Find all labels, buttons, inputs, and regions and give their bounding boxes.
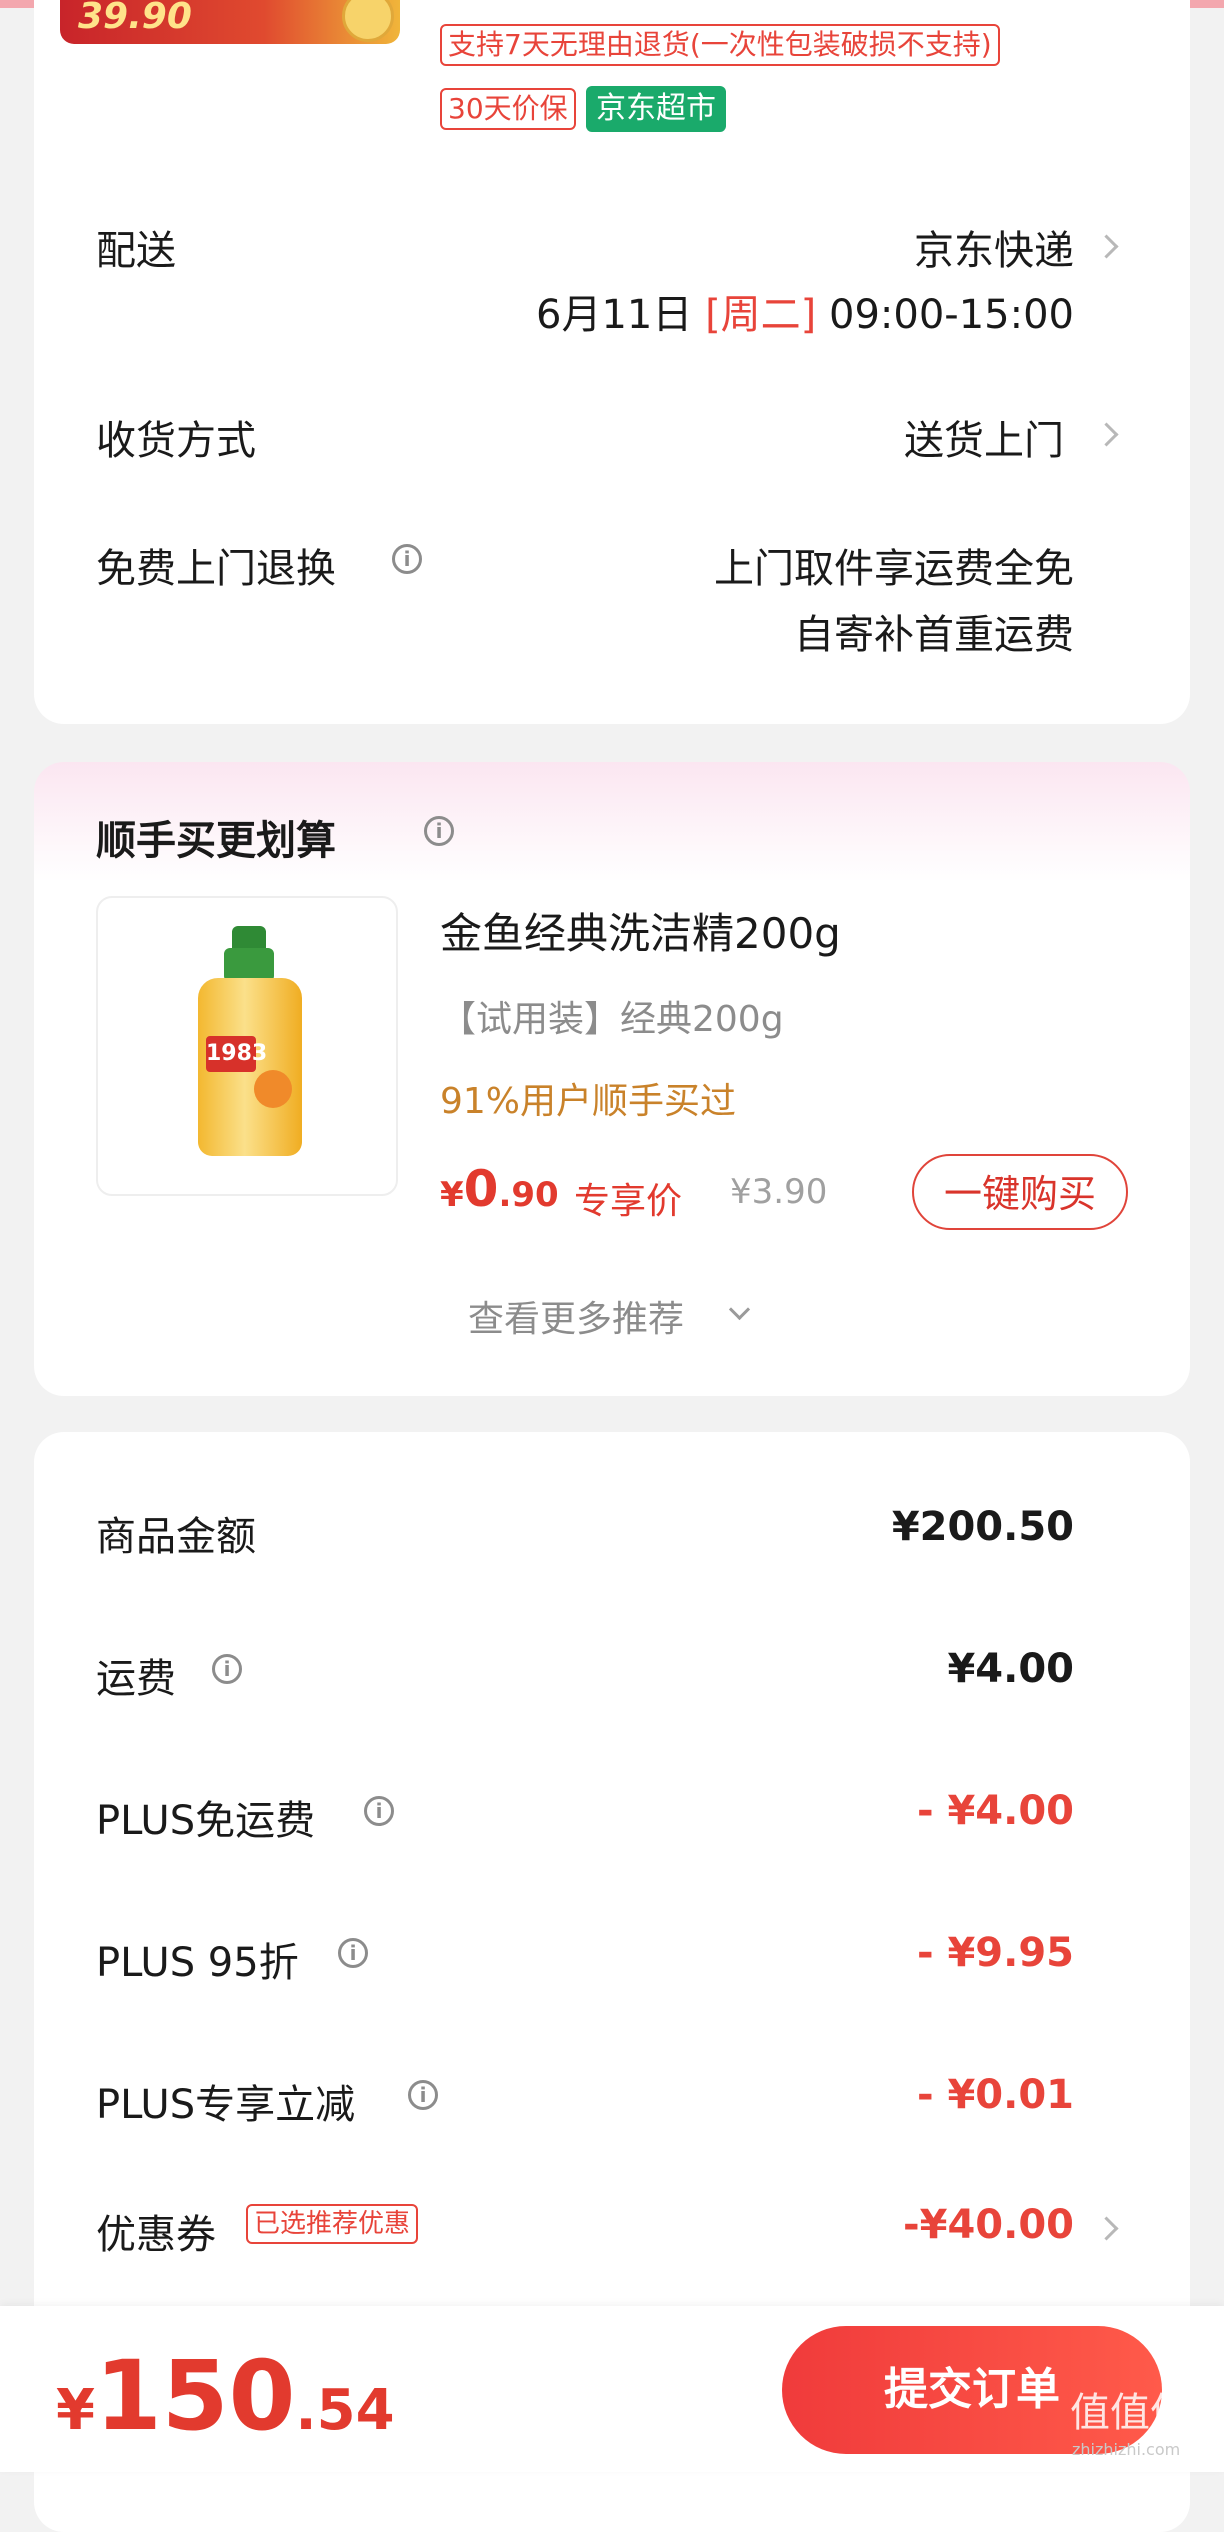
delivery-label: 配送 bbox=[96, 228, 176, 274]
plus-discount-info-icon[interactable]: i bbox=[338, 1938, 368, 1968]
goods-amount-label: 商品金额 bbox=[96, 1514, 256, 1560]
bottle-neck-shape bbox=[224, 948, 274, 982]
delivery-time[interactable]: 6月11日 [周二] 09:00-15:00 bbox=[536, 282, 1074, 340]
coupon-label: 优惠券 bbox=[96, 2212, 216, 2258]
see-more-link[interactable]: 查看更多推荐 bbox=[468, 1290, 684, 1342]
bottle-body-shape: 1983 bbox=[198, 978, 302, 1156]
addon-product-image[interactable]: 1983 bbox=[96, 896, 398, 1196]
total-currency: ¥ bbox=[56, 2378, 95, 2443]
watermark: 值值值 bbox=[1070, 2390, 1190, 2436]
shipping-label: 运费 bbox=[96, 1656, 176, 1702]
delivery-date: 6月11日 bbox=[536, 292, 693, 338]
plus-reduce-value: - ¥0.01 bbox=[916, 2072, 1074, 2118]
delivery-weekday: [周二] bbox=[705, 292, 817, 338]
plus-discount-value: - ¥9.95 bbox=[916, 1930, 1074, 1976]
addon-price-currency: ¥ bbox=[440, 1175, 464, 1215]
receive-method-label: 收货方式 bbox=[96, 418, 256, 464]
addon-price-int: 0 bbox=[463, 1160, 499, 1218]
shipping-value: ¥4.00 bbox=[947, 1646, 1074, 1692]
plus-free-shipping-value: - ¥4.00 bbox=[916, 1788, 1074, 1834]
thumbnail-seal-icon bbox=[342, 0, 394, 42]
price-protect-tag: 30天价保 bbox=[440, 88, 576, 130]
watermark-sub: zhizhizhi.com bbox=[1072, 2440, 1181, 2459]
free-return-label: 免费上门退换 bbox=[96, 546, 336, 592]
plus-discount-label: PLUS 95折 bbox=[96, 1940, 299, 1986]
free-return-line2: 自寄补首重运费 bbox=[794, 612, 1074, 658]
goods-amount-value: ¥200.50 bbox=[891, 1504, 1074, 1550]
total-int: 150 bbox=[94, 2340, 296, 2452]
addon-price-dec: .90 bbox=[498, 1175, 559, 1215]
delivery-carrier[interactable]: 京东快递 bbox=[914, 218, 1074, 276]
addon-product-stat: 91%用户顺手买过 bbox=[440, 1081, 737, 1122]
bottle-cap-shape bbox=[232, 926, 266, 950]
free-return-line1: 上门取件享运费全免 bbox=[714, 546, 1074, 592]
one-click-buy-button[interactable]: 一键购买 bbox=[912, 1154, 1128, 1230]
addon-product-spec: 【试用装】经典200g bbox=[440, 999, 784, 1040]
addon-info-icon[interactable]: i bbox=[424, 816, 454, 846]
plus-free-shipping-label: PLUS免运费 bbox=[96, 1798, 316, 1844]
delivery-window: 09:00-15:00 bbox=[829, 292, 1074, 338]
return-policy-tag: 支持7天无理由退货(一次性包装破损不支持) bbox=[440, 24, 1000, 66]
order-total: ¥150.54 bbox=[56, 2340, 395, 2452]
free-return-info-icon[interactable]: i bbox=[392, 544, 422, 574]
store-tag: 京东超市 bbox=[586, 86, 726, 132]
addon-product-name[interactable]: 金鱼经典洗洁精200g bbox=[440, 900, 841, 961]
addon-orig-price: ¥3.90 bbox=[730, 1172, 828, 1212]
addon-price: ¥0.90 bbox=[440, 1160, 559, 1218]
addon-title: 顺手买更划算 bbox=[96, 818, 336, 864]
thumbnail-price: 39.90 bbox=[78, 0, 192, 37]
plus-reduce-info-icon[interactable]: i bbox=[408, 2080, 438, 2110]
total-dec: .54 bbox=[295, 2378, 395, 2443]
product-thumbnail[interactable]: 39.90 bbox=[60, 0, 400, 44]
coupon-value[interactable]: -¥40.00 bbox=[903, 2202, 1074, 2248]
addon-price-label: 专享价 bbox=[574, 1181, 683, 1222]
receive-method-value[interactable]: 送货上门 bbox=[904, 408, 1064, 466]
bottle-fruit-shape bbox=[254, 1070, 292, 1108]
bottle-label: 1983 bbox=[206, 1036, 267, 1072]
coupon-recommended-tag: 已选推荐优惠 bbox=[246, 2204, 419, 2244]
plus-reduce-label: PLUS专享立减 bbox=[96, 2082, 356, 2128]
shipping-info-icon[interactable]: i bbox=[212, 1654, 242, 1684]
plus-free-shipping-info-icon[interactable]: i bbox=[364, 1796, 394, 1826]
